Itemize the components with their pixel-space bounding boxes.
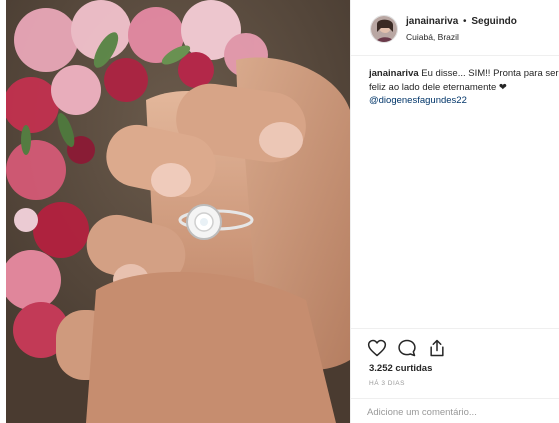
post-caption: janainariva Eu disse... SIM!! Pronta par… — [369, 67, 559, 108]
instagram-post: janainariva • Seguindo Cuiabá, Brazil ja… — [0, 0, 559, 423]
profile-picture — [371, 16, 397, 42]
heart-icon[interactable] — [367, 338, 387, 358]
comment-input[interactable] — [367, 404, 552, 420]
comment-icon[interactable] — [397, 338, 417, 358]
caption-username[interactable]: janainariva — [369, 68, 419, 79]
engagement-ring-photo — [6, 0, 350, 423]
separator-dot: • — [463, 16, 467, 27]
post-location[interactable]: Cuiabá, Brazil — [406, 32, 459, 42]
follow-button[interactable]: Seguindo — [471, 16, 517, 27]
post-timestamp[interactable]: HÁ 3 DIAS — [369, 380, 405, 387]
caption-mention[interactable]: @diogenesfagundes22 — [369, 95, 467, 106]
post-sidebar: janainariva • Seguindo Cuiabá, Brazil ja… — [350, 0, 559, 423]
share-icon[interactable] — [427, 338, 447, 358]
action-icons — [367, 337, 447, 359]
post-photo[interactable] — [6, 0, 350, 423]
likes-count[interactable]: 3.252 curtidas — [369, 363, 432, 374]
post-header: janainariva • Seguindo Cuiabá, Brazil — [351, 0, 559, 56]
author-username[interactable]: janainariva — [406, 16, 458, 27]
comment-box — [351, 398, 559, 423]
avatar[interactable] — [370, 15, 398, 43]
header-line: janainariva • Seguindo — [406, 16, 517, 27]
